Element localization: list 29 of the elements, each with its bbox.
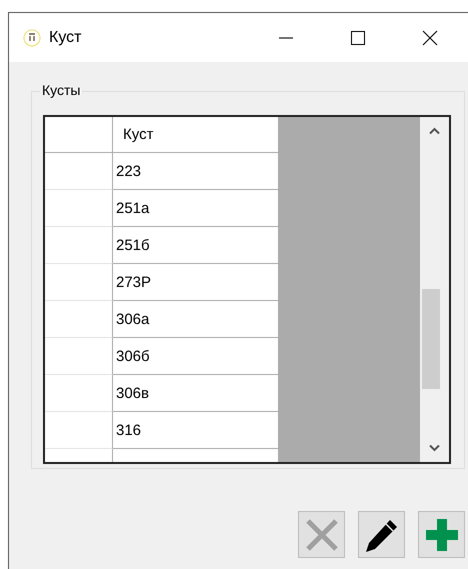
column-header[interactable]: Куст	[113, 117, 279, 152]
edit-button[interactable]	[358, 511, 405, 558]
scrollbar[interactable]	[420, 117, 449, 462]
row-header[interactable]	[45, 412, 113, 449]
group-title: Кусты	[40, 82, 82, 98]
scroll-thumb[interactable]	[422, 289, 440, 389]
row-header[interactable]	[45, 227, 113, 264]
close-icon	[304, 516, 340, 552]
row-header[interactable]	[45, 190, 113, 227]
minimize-icon	[278, 36, 294, 38]
close-icon	[422, 30, 438, 46]
row-header[interactable]	[45, 338, 113, 375]
table-cell[interactable]: 251а	[113, 190, 279, 227]
table-cell[interactable]: 306в	[113, 375, 279, 412]
table-cell[interactable]: 251б	[113, 227, 279, 264]
maximize-icon	[350, 30, 366, 46]
row-header[interactable]	[45, 264, 113, 301]
table-cell[interactable]: 316	[113, 412, 279, 449]
app-icon	[23, 28, 41, 46]
window-title: Куст	[49, 28, 82, 46]
row-header[interactable]	[45, 153, 113, 190]
add-button[interactable]	[418, 511, 465, 558]
plus-icon	[424, 516, 460, 552]
table-cell[interactable]: 306б	[113, 338, 279, 375]
row-header[interactable]	[45, 301, 113, 338]
table-cell[interactable]: 223	[113, 153, 279, 190]
table-cell[interactable]: 273Р	[113, 264, 279, 301]
row-header[interactable]	[45, 375, 113, 412]
table-cell[interactable]: 306а	[113, 301, 279, 338]
